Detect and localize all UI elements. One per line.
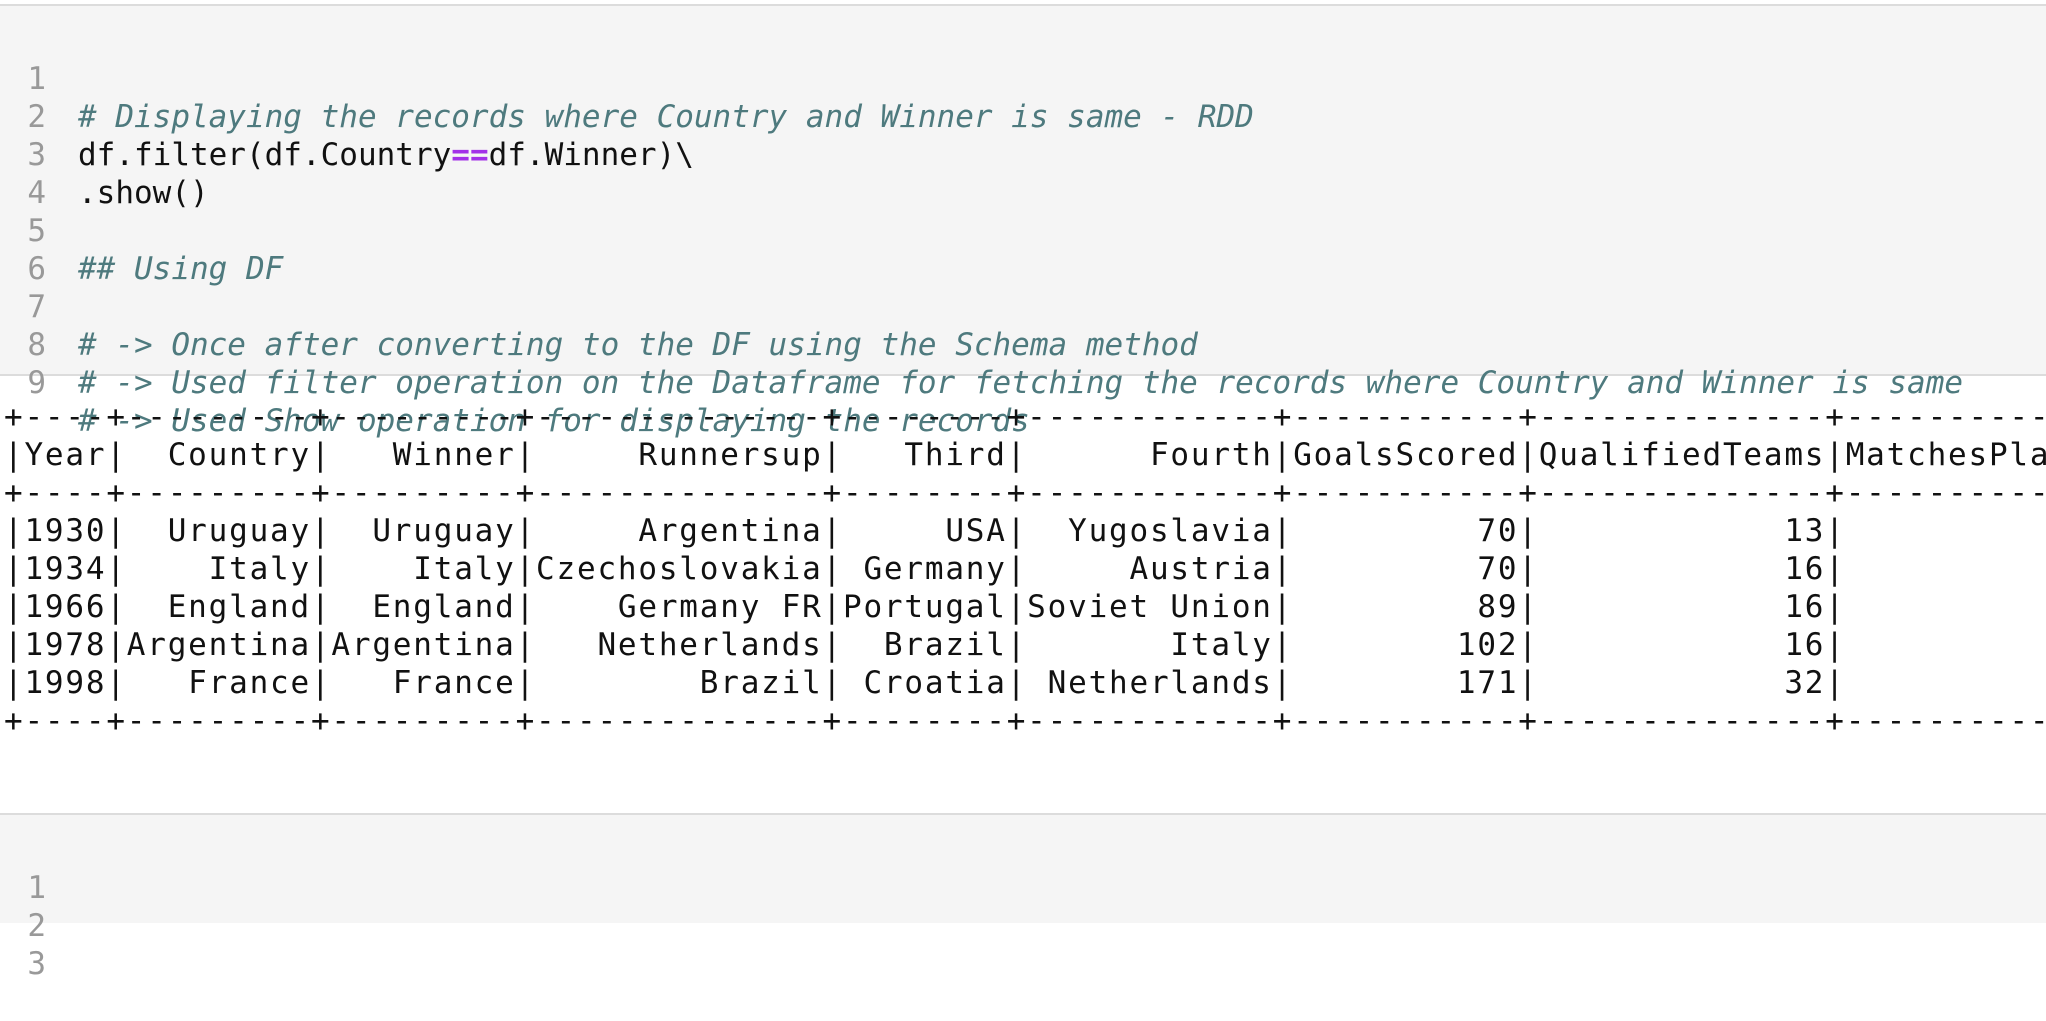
code-line: 1 [0,831,2046,906]
code-line: 9 # -> Used Show operation for displayin… [0,326,2046,439]
output-row: |1966| England| England| Germany FR|Port… [4,589,1846,625]
output-separator: +----+---------+---------+--------------… [4,475,2046,511]
code-line: 4 [0,136,2046,211]
code-text: # -> Used filter operation on the Datafr… [78,365,1964,401]
code-line: 7 # -> Once after converting to the DF u… [0,250,2046,363]
code-line: 3 [0,907,2046,982]
output-row: |1934| Italy| Italy|Czechoslovakia| Germ… [4,551,1846,587]
output-row: |1930| Uruguay| Uruguay| Argentina| USA|… [4,513,1846,549]
output-separator: +----+---------+---------+--------------… [4,399,2046,435]
code-line: 2 [0,869,2046,944]
output-header-row: |Year| Country| Winner| Runnersup| Third… [4,437,2046,473]
cell-output: +----+---------+---------+--------------… [0,398,2046,738]
output-row: |1978|Argentina|Argentina| Netherlands| … [4,627,1846,663]
code-cell-1[interactable]: 1 # Displaying the records where Country… [0,4,2046,439]
code-line: 5 ## Using DF [0,174,2046,287]
code-line: 1 # Displaying the records where Country… [0,22,2046,135]
code-line: 6 [0,212,2046,287]
code-cell-2[interactable]: 1 2 3 [0,813,2046,982]
output-separator: +----+---------+---------+--------------… [4,703,2046,738]
line-number: 9 [27,365,46,401]
code-line: 8 # -> Used filter operation on the Data… [0,288,2046,401]
line-number: 3 [27,946,46,982]
output-row: |1998| France| France| Brazil| Croatia| … [4,665,1846,701]
code-line: 3 .show() [0,98,2046,211]
code-line: 2 df.filter(df.Country==df.Winner)\ [0,60,2046,173]
